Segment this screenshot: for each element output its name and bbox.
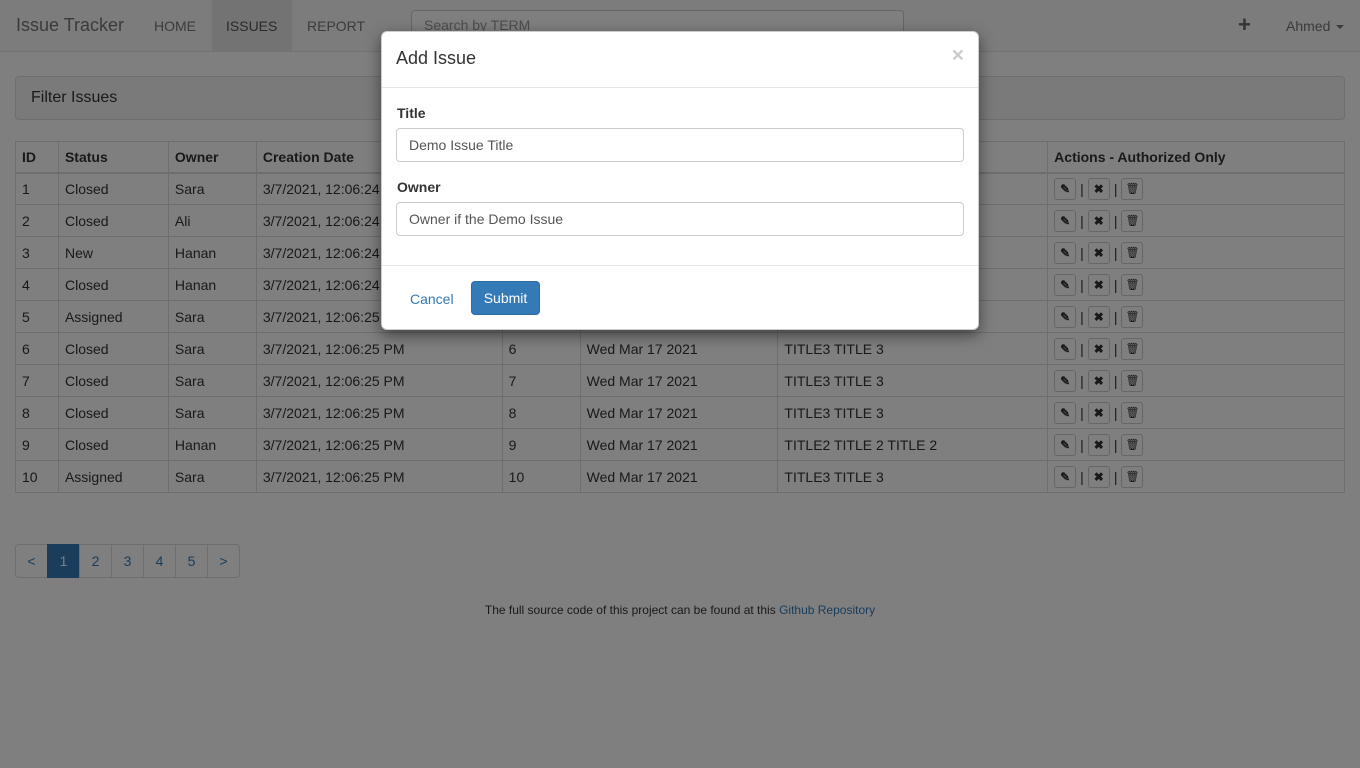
add-issue-modal: Add Issue × Title Demo Issue Title Owner… <box>381 31 979 330</box>
modal-header: Add Issue × <box>382 32 978 88</box>
owner-field[interactable]: Owner if the Demo Issue <box>396 202 964 236</box>
owner-label: Owner <box>397 179 441 195</box>
submit-button[interactable]: Submit <box>471 281 540 315</box>
title-label: Title <box>397 105 426 121</box>
title-field[interactable]: Demo Issue Title <box>396 128 964 162</box>
modal-title: Add Issue <box>396 48 477 68</box>
modal-footer: Cancel Submit <box>382 265 978 330</box>
close-icon[interactable]: × <box>952 44 964 68</box>
cancel-button[interactable]: Cancel <box>410 291 454 307</box>
